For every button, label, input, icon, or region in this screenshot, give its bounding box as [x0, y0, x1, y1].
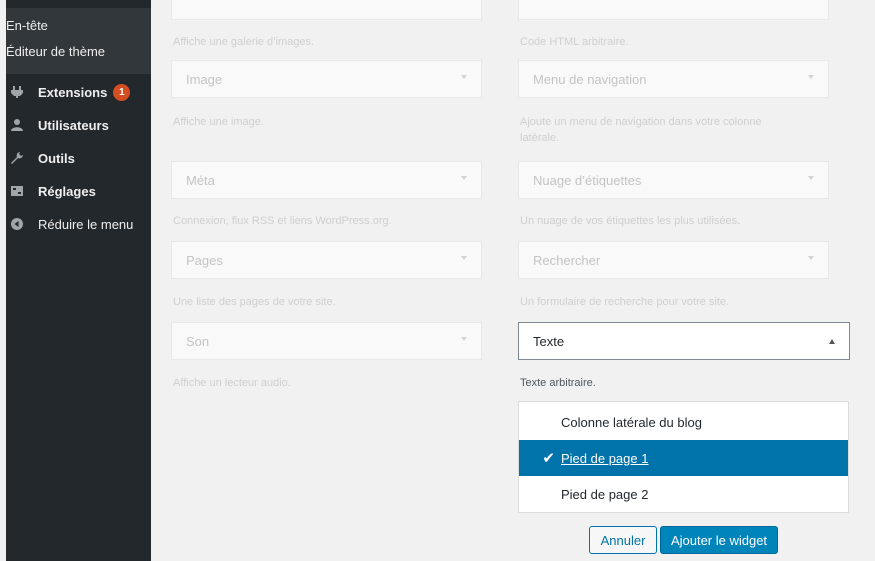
widget-desc: Code HTML arbitraire.	[520, 36, 629, 48]
widget-title: Rechercher	[533, 252, 601, 268]
widget-desc: Texte arbitraire.	[520, 377, 596, 389]
sidebar-item-tools[interactable]: Outils	[6, 145, 151, 171]
wrench-icon	[10, 151, 24, 165]
widget-navigation-menu[interactable]: Menu de navigation	[518, 60, 829, 98]
widget-title: Son	[186, 333, 210, 349]
chevron-down-icon	[461, 337, 467, 341]
sidebar-chooser-list: Colonne latérale du blog ✔ Pied de page …	[518, 401, 849, 513]
plugin-icon	[10, 85, 24, 99]
widget-html[interactable]	[518, 0, 829, 20]
submenu-item-header[interactable]: En-tête	[6, 18, 48, 33]
chevron-down-icon	[461, 75, 467, 79]
submenu-item-theme-editor[interactable]: Éditeur de thème	[6, 44, 105, 59]
sidebar-item-label: Outils	[38, 150, 75, 166]
chevron-down-icon	[808, 176, 814, 180]
sidebar-item-settings[interactable]: Réglages	[6, 178, 151, 204]
sidebar-item-label: Extensions	[38, 84, 108, 100]
sidebar-option-footer-2[interactable]: Pied de page 2	[519, 476, 848, 512]
widget-gallery[interactable]	[171, 0, 482, 20]
sidebar-item-users[interactable]: Utilisateurs	[6, 112, 151, 138]
widget-pages[interactable]: Pages	[171, 241, 482, 279]
sidebar-item-extensions[interactable]: Extensions 1	[6, 79, 151, 105]
widget-title: Menu de navigation	[533, 71, 647, 87]
option-label: Pied de page 2	[561, 486, 649, 502]
widget-desc: Connexion, flux RSS et liens WordPress.o…	[173, 215, 392, 227]
widget-desc: Affiche une galerie d’images.	[173, 36, 315, 48]
widget-title: Texte	[533, 333, 565, 349]
widget-text[interactable]: Texte	[518, 322, 850, 360]
add-widget-button[interactable]: Ajouter le widget	[660, 526, 778, 554]
sidebar-item-label: Réglages	[38, 183, 96, 199]
appearance-submenu: En-tête Éditeur de thème	[6, 8, 151, 74]
cancel-button[interactable]: Annuler	[589, 526, 657, 554]
users-icon	[10, 118, 24, 132]
widget-search[interactable]: Rechercher	[518, 241, 829, 279]
widget-image[interactable]: Image	[171, 60, 482, 98]
widget-desc: Un nuage de vos étiquettes les plus util…	[520, 215, 741, 227]
widget-desc: Affiche une image.	[173, 116, 264, 128]
widget-title: Pages	[186, 252, 223, 268]
checkmark-icon: ✔	[542, 450, 555, 467]
widget-title: Méta	[186, 172, 215, 188]
sidebar-item-label: Réduire le menu	[38, 216, 134, 232]
widget-desc: Ajoute un menu de navigation dans votre …	[520, 116, 762, 144]
chevron-down-icon	[808, 256, 814, 260]
widget-desc: Affiche un lecteur audio.	[173, 377, 291, 389]
admin-sidebar: En-tête Éditeur de thème Extensions 1 Ut…	[6, 0, 151, 561]
widget-desc: Un formulaire de recherche pour votre si…	[520, 296, 730, 308]
chevron-down-icon	[461, 176, 467, 180]
sidebar-item-label: Utilisateurs	[38, 117, 109, 133]
widget-title: Image	[186, 71, 223, 87]
chevron-down-icon	[808, 75, 814, 79]
widget-meta[interactable]: Méta	[171, 161, 482, 199]
collapse-icon	[10, 217, 24, 231]
widget-tag-cloud[interactable]: Nuage d’étiquettes	[518, 161, 829, 199]
widget-title: Nuage d’étiquettes	[533, 172, 642, 188]
sidebar-option-blog-sidebar[interactable]: Colonne latérale du blog	[519, 404, 848, 440]
chevron-up-icon	[829, 339, 835, 344]
option-label: Colonne latérale du blog	[561, 414, 702, 430]
collapse-menu-button[interactable]: Réduire le menu	[6, 211, 151, 237]
widget-audio[interactable]: Son	[171, 322, 482, 360]
update-count-badge: 1	[113, 83, 131, 101]
option-label: Pied de page 1	[561, 450, 649, 466]
chevron-down-icon	[461, 256, 467, 260]
widget-desc: Une liste des pages de votre site.	[173, 296, 336, 308]
settings-icon	[10, 184, 24, 198]
sidebar-option-footer-1[interactable]: ✔ Pied de page 1	[519, 440, 848, 476]
